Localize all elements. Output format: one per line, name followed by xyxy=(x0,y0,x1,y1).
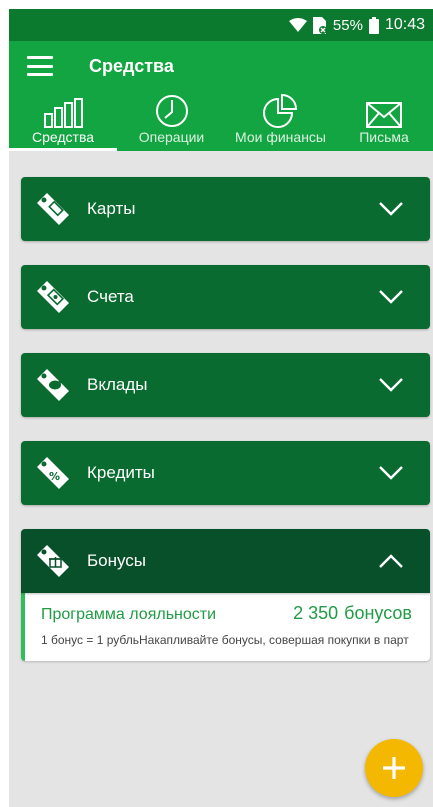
tab-label: Письма xyxy=(359,129,409,145)
add-button[interactable] xyxy=(365,739,423,797)
tab-label: Средства xyxy=(31,129,95,145)
svg-text:%: % xyxy=(49,470,60,483)
sim-no-signal-icon xyxy=(312,16,327,34)
tab-label: Мои финансы xyxy=(235,129,326,145)
section-label: Бонусы xyxy=(87,551,147,570)
section-vklady[interactable]: Вклады xyxy=(21,353,430,417)
section-bonusy[interactable]: Бонусы xyxy=(21,529,430,593)
chevron-up-icon xyxy=(376,551,406,571)
piggy-bank-tag-icon xyxy=(33,365,73,405)
section-kredity[interactable]: % Кредиты xyxy=(21,441,430,505)
phone-screen: 55% 10:43 Средства Средства Операции Мои… xyxy=(9,9,433,807)
funds-list: Карты Счета Вклады % Кредиты Бонусы Прог… xyxy=(21,177,430,661)
chevron-down-icon xyxy=(376,199,406,219)
section-label: Кредиты xyxy=(87,463,155,482)
bonus-row: Программа лояльности 2 350 бонусов xyxy=(41,603,430,624)
battery-percent: 55% xyxy=(332,16,363,34)
tab-bar: Средства Операции Мои финансы Письма xyxy=(9,91,433,151)
envelope-icon xyxy=(366,94,402,128)
bonus-amount: 2 350 xyxy=(293,603,339,623)
battery-icon xyxy=(368,16,379,34)
clock-icon xyxy=(155,94,189,128)
bar-chart-icon xyxy=(43,94,83,128)
bonus-unit: бонусов xyxy=(344,603,412,623)
status-bar: 55% 10:43 xyxy=(9,9,433,41)
chevron-down-icon xyxy=(376,463,406,483)
tab-pisma[interactable]: Письма xyxy=(335,91,433,151)
money-tag-icon xyxy=(33,277,73,317)
section-scheta[interactable]: Счета xyxy=(21,265,430,329)
tab-moi-finansy[interactable]: Мои финансы xyxy=(226,91,335,151)
pie-chart-icon xyxy=(262,94,299,128)
chevron-down-icon xyxy=(376,375,406,395)
loyalty-program-card[interactable]: Программа лояльности 2 350 бонусов 1 бону… xyxy=(21,593,430,661)
bonus-description: 1 бонус = 1 рубльНакапливайте бонусы, со… xyxy=(41,633,409,647)
section-label: Вклады xyxy=(87,375,148,394)
gift-tag-icon xyxy=(33,541,73,581)
section-karty[interactable]: Карты xyxy=(21,177,430,241)
bonus-balance: 2 350 бонусов xyxy=(293,603,412,624)
page-title: Средства xyxy=(89,55,174,76)
percent-tag-icon: % xyxy=(33,453,73,493)
clock-time: 10:43 xyxy=(384,16,425,33)
plus-icon xyxy=(383,757,405,779)
tab-label: Операции xyxy=(138,129,205,145)
loyalty-program-title: Программа лояльности xyxy=(41,606,217,623)
section-label: Карты xyxy=(87,199,136,218)
wifi-icon xyxy=(288,18,307,32)
tab-operatsii[interactable]: Операции xyxy=(117,91,226,151)
hamburger-menu-icon[interactable] xyxy=(27,56,53,76)
app-bar: Средства xyxy=(9,41,433,91)
section-label: Счета xyxy=(87,287,134,306)
card-tag-icon xyxy=(33,189,73,229)
tab-sredstva[interactable]: Средства xyxy=(9,91,117,151)
chevron-down-icon xyxy=(376,287,406,307)
